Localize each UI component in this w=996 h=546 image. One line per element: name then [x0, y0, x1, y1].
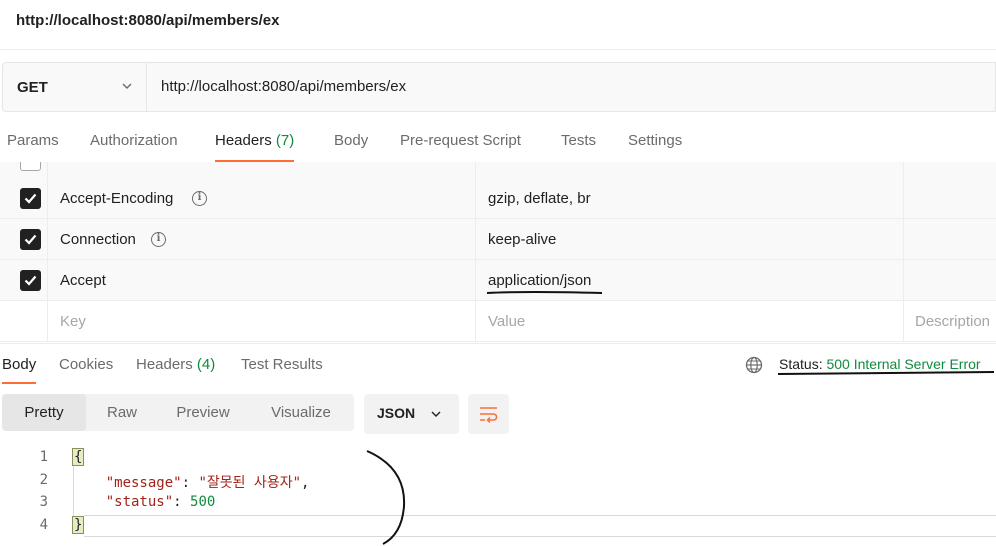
wrap-lines-button[interactable] [468, 394, 509, 434]
tab-params[interactable]: Params [7, 132, 59, 162]
matched-brace: } [72, 516, 85, 534]
request-title-bar: http://localhost:8080/api/members/ex [0, 0, 996, 50]
view-visualize-button[interactable]: Visualize [248, 394, 354, 431]
tab-settings[interactable]: Settings [628, 132, 682, 162]
url-bar: GET http://localhost:8080/api/members/ex [2, 62, 996, 112]
line-number: 3 [39, 494, 48, 510]
annotation-underline [777, 371, 995, 375]
json-key: "status" [105, 494, 174, 510]
annotation-underline [486, 291, 603, 294]
tab-body[interactable]: Body [334, 132, 368, 162]
header-value[interactable]: keep-alive [488, 231, 556, 248]
table-row: Connection i keep-alive [0, 219, 996, 260]
header-key[interactable]: Accept [60, 272, 106, 289]
request-tabs: Params Authorization Headers (7) Body Pr… [0, 128, 996, 162]
active-tab-indicator [2, 382, 37, 384]
code-line: "message": "잘못된 사용자", [105, 475, 310, 491]
response-body-editor[interactable]: 1 2 3 4 { "message": "잘못된 사용자", "status"… [0, 444, 996, 546]
check-icon [24, 234, 37, 245]
header-checkbox[interactable] [20, 229, 41, 250]
url-input[interactable]: http://localhost:8080/api/members/ex [161, 78, 406, 95]
new-header-value-input[interactable]: Value [488, 313, 525, 330]
table-row: Key Value Description [0, 301, 996, 342]
view-preview-button[interactable]: Preview [158, 394, 248, 431]
tab-response-body[interactable]: Body [2, 356, 37, 384]
new-header-description-input[interactable]: Description [915, 313, 990, 330]
header-checkbox[interactable] [20, 162, 41, 171]
header-checkbox[interactable] [20, 270, 41, 291]
tab-authorization[interactable]: Authorization [90, 132, 178, 162]
code-line: "status": 500 [105, 494, 216, 510]
table-row: Accept-Encoding i gzip, deflate, br [0, 178, 996, 219]
line-number: 1 [39, 449, 48, 465]
response-tabs: Body Cookies Headers (4) Test Results St… [0, 343, 996, 385]
headers-table: Accept-Encoding i gzip, deflate, br Conn… [0, 162, 996, 343]
code-line: { [72, 448, 85, 466]
headers-count: (7) [275, 132, 295, 149]
method-select[interactable]: GET [3, 63, 147, 111]
tab-headers[interactable]: Headers (7) [215, 132, 295, 162]
check-icon [24, 193, 37, 204]
tab-tests[interactable]: Tests [561, 132, 596, 162]
chevron-down-icon [122, 83, 132, 89]
tab-response-headers[interactable]: Headers (4) [136, 356, 215, 384]
json-number: 500 [190, 494, 216, 510]
header-checkbox[interactable] [20, 188, 41, 209]
tab-test-results[interactable]: Test Results [241, 356, 323, 384]
header-value[interactable]: gzip, deflate, br [488, 190, 591, 207]
tab-cookies[interactable]: Cookies [59, 356, 113, 384]
annotation-curve [366, 450, 406, 545]
tab-pre-request-script[interactable]: Pre-request Script [400, 132, 521, 162]
format-select[interactable]: JSON [364, 394, 459, 434]
method-label: GET [17, 79, 48, 96]
view-pretty-button[interactable]: Pretty [2, 394, 86, 431]
header-key[interactable]: Connection [60, 231, 136, 248]
response-headers-count: (4) [196, 356, 216, 373]
wrap-lines-icon [480, 407, 498, 424]
chevron-down-icon [431, 411, 441, 417]
code-line: } [72, 516, 85, 534]
view-mode-selector: Pretty Raw Preview Visualize [2, 394, 354, 431]
new-header-key-input[interactable]: Key [60, 313, 86, 330]
check-icon [24, 275, 37, 286]
matched-brace: { [72, 448, 85, 466]
table-row: Accept application/json [0, 260, 996, 301]
json-string: "잘못된 사용자" [198, 475, 302, 491]
info-icon[interactable]: i [151, 232, 166, 247]
line-number: 4 [39, 517, 48, 533]
json-key: "message" [105, 475, 182, 491]
globe-icon[interactable] [745, 356, 763, 374]
info-icon[interactable]: i [192, 191, 207, 206]
header-key[interactable]: Accept-Encoding [60, 190, 173, 207]
line-number: 2 [39, 472, 48, 488]
view-raw-button[interactable]: Raw [86, 394, 158, 431]
format-label: JSON [377, 405, 416, 421]
header-value[interactable]: application/json [488, 272, 591, 289]
request-title[interactable]: http://localhost:8080/api/members/ex [16, 12, 279, 29]
